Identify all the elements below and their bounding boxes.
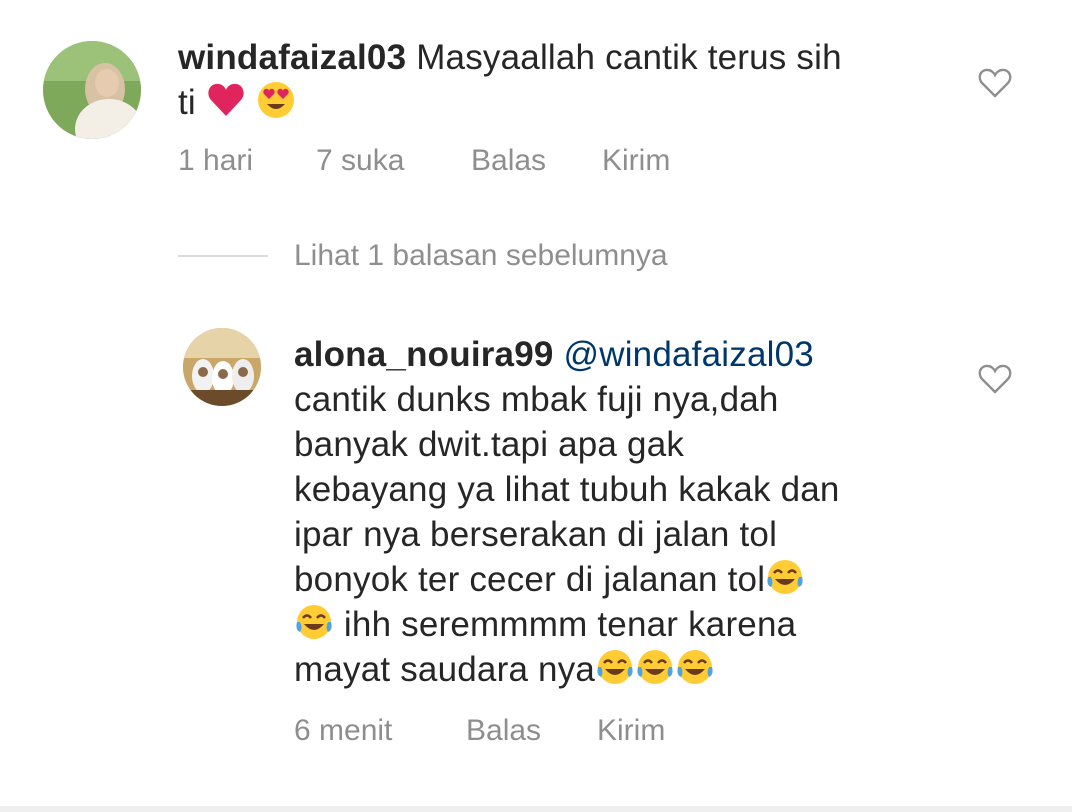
bottom-divider (0, 806, 1072, 812)
tears-of-joy-emoji (677, 650, 713, 684)
like-heart-icon[interactable] (978, 66, 1012, 100)
red-heart-emoji (208, 83, 244, 116)
avatar[interactable] (43, 41, 141, 139)
heart-outline-icon (978, 364, 1012, 394)
send-button[interactable]: Kirim (597, 714, 665, 748)
comment-username[interactable]: alona_nouira99 (294, 335, 554, 374)
comment-1-meta: 1 hari 7 suka Balas Kirim (178, 144, 778, 180)
mention-link[interactable]: @windafaizal03 (564, 335, 814, 374)
comment-line: banyak dwit.tapi apa gak (294, 425, 685, 464)
avatar-photo (183, 328, 261, 406)
comment-body-line2: ti (178, 83, 196, 122)
tears-of-joy-emoji (296, 605, 332, 639)
comment-time: 1 hari (178, 144, 254, 177)
reply-button[interactable]: Balas (466, 714, 541, 748)
heart-eyes-emoji (257, 82, 294, 118)
comment-line: mayat saudara nya (294, 650, 596, 689)
comment-line: ipar nya berserakan di jalan tol (294, 515, 778, 554)
like-heart-icon[interactable] (978, 362, 1012, 396)
comment-line: kebayang ya lihat tubuh kakak dan (294, 470, 840, 509)
comment-2-text: alona_nouira99 @windafaizal03 cantik dun… (294, 332, 954, 692)
divider-line (178, 255, 268, 257)
view-previous-replies[interactable]: Lihat 1 balasan sebelumnya (178, 236, 668, 276)
view-replies-label: Lihat 1 balasan sebelumnya (294, 239, 668, 272)
comment-likes[interactable]: 7 suka (316, 144, 404, 178)
comment-line: cantik dunks mbak fuji nya,dah (294, 380, 779, 419)
tears-of-joy-emoji (767, 560, 803, 594)
comment-line: ihh seremmmm tenar karena (334, 605, 797, 644)
comment-time: 6 menit (294, 714, 393, 747)
comment-line: bonyok ter cecer di jalanan tol (294, 560, 766, 599)
avatar-photo (43, 41, 141, 139)
reply-button[interactable]: Balas (471, 144, 546, 178)
tears-of-joy-emoji (637, 650, 673, 684)
comment-body: Masyaallah cantik terus sih (416, 38, 842, 77)
comment-1-text: windafaizal03 Masyaallah cantik terus si… (178, 35, 968, 125)
send-button[interactable]: Kirim (602, 144, 670, 178)
heart-outline-icon (978, 68, 1012, 98)
avatar[interactable] (183, 328, 261, 406)
comment-2-meta: 6 menit Balas Kirim (294, 714, 794, 750)
comment-username[interactable]: windafaizal03 (178, 38, 406, 77)
tears-of-joy-emoji (597, 650, 633, 684)
